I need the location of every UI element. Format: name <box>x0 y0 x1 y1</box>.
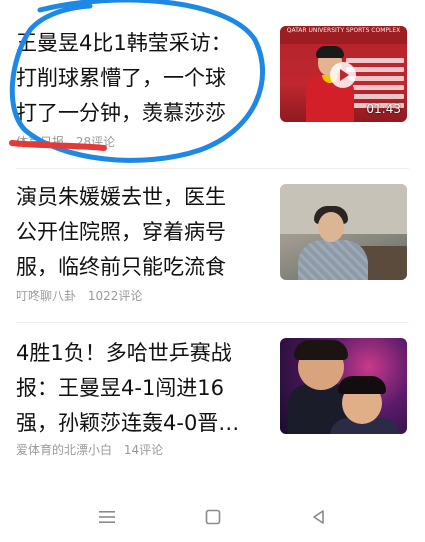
news-item-3[interactable]: 4胜1负！多哈世乒赛战 报：王曼昱4-1闯进16 强，孙颖莎连轰4-0晋… 爱体… <box>0 324 425 480</box>
news-meta: 叮咚聊八卦 1022评论 <box>16 287 150 304</box>
news-source[interactable]: 叮咚聊八卦 <box>16 289 76 303</box>
divider <box>16 168 409 169</box>
news-source[interactable]: 爱体育的北漂小白 <box>16 443 112 457</box>
news-meta: 爱体育的北漂小白 14评论 <box>16 441 171 458</box>
back-triangle-icon[interactable] <box>302 502 336 532</box>
news-item-2[interactable]: 演员朱媛媛去世，医生 公开住院照，穿着病号 服，临终前只能吃流食 叮咚聊八卦 1… <box>0 170 425 322</box>
news-comment-count[interactable]: 1022评论 <box>88 289 143 303</box>
news-comment-count[interactable]: 14评论 <box>124 443 163 457</box>
news-thumbnail[interactable] <box>280 338 407 434</box>
news-comment-count[interactable]: 28评论 <box>76 135 115 149</box>
menu-icon[interactable] <box>90 502 124 532</box>
system-nav-bar <box>0 492 425 542</box>
video-duration: 01:43 <box>366 102 401 116</box>
play-icon[interactable] <box>330 62 356 88</box>
news-thumbnail[interactable] <box>280 184 407 280</box>
news-title[interactable]: 4胜1负！多哈世乒赛战 报：王曼昱4-1闯进16 强，孙颖莎连轰4-0晋… <box>16 336 264 441</box>
news-meta: 体育日报 28评论 <box>16 133 123 150</box>
news-item-1[interactable]: 王曼昱4比1韩莹采访： 打削球累懵了，一个球 打了一分钟，羡慕莎莎 体育日报 2… <box>0 0 425 170</box>
divider <box>16 322 409 323</box>
video-thumbnail[interactable]: QATAR UNIVERSITY SPORTS COMPLEX 01:43 <box>280 26 407 122</box>
news-source[interactable]: 体育日报 <box>16 135 64 149</box>
home-square-icon[interactable] <box>196 502 230 532</box>
thumbnail-banner: QATAR UNIVERSITY SPORTS COMPLEX <box>280 26 407 44</box>
news-title[interactable]: 王曼昱4比1韩莹采访： 打削球累懵了，一个球 打了一分钟，羡慕莎莎 <box>16 26 264 131</box>
news-title[interactable]: 演员朱媛媛去世，医生 公开住院照，穿着病号 服，临终前只能吃流食 <box>16 180 264 285</box>
